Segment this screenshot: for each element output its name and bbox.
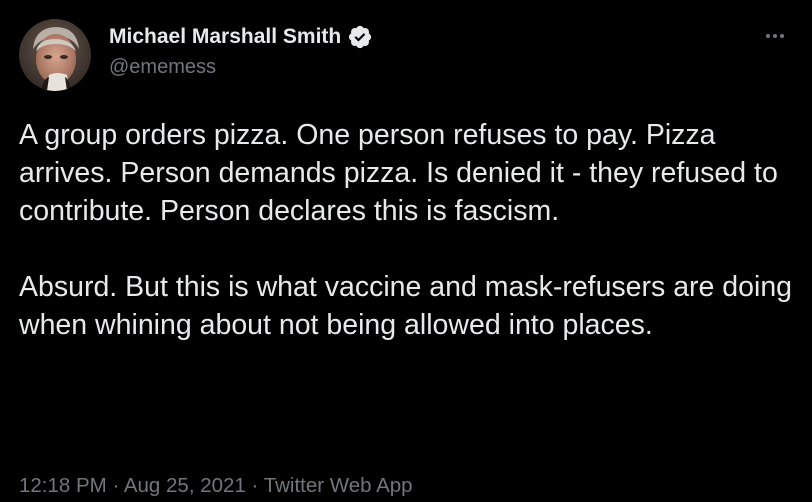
- verified-badge-icon: [347, 24, 373, 50]
- meta-separator: ·: [251, 474, 259, 497]
- tweet-card: Michael Marshall Smith @ememess A group …: [0, 0, 812, 502]
- tweet-paragraph: Absurd. But this is what vaccine and mas…: [19, 271, 793, 341]
- tweet-time[interactable]: 12:18 PM: [19, 474, 107, 497]
- avatar-image: [19, 19, 91, 91]
- author-handle[interactable]: @ememess: [109, 55, 216, 79]
- more-horizontal-icon[interactable]: [760, 26, 790, 46]
- avatar[interactable]: [19, 19, 91, 91]
- tweet-date[interactable]: Aug 25, 2021: [124, 474, 246, 497]
- tweet-paragraph: A group orders pizza. One person refuses…: [19, 119, 778, 227]
- tweet-text: A group orders pizza. One person refuses…: [19, 116, 799, 344]
- author-name-row[interactable]: Michael Marshall Smith: [109, 24, 373, 50]
- author-display-name[interactable]: Michael Marshall Smith: [109, 24, 341, 50]
- tweet-metadata: 12:18 PM · Aug 25, 2021 · Twitter Web Ap…: [19, 473, 413, 499]
- more-dot: [766, 34, 770, 38]
- more-dot: [780, 34, 784, 38]
- more-dot: [773, 34, 777, 38]
- tweet-source[interactable]: Twitter Web App: [264, 474, 413, 497]
- meta-separator: ·: [112, 474, 120, 497]
